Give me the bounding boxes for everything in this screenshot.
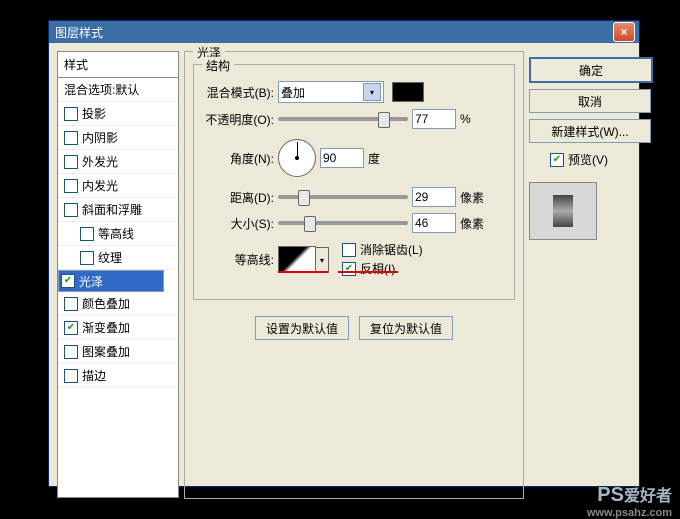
style-label: 图案叠加 xyxy=(82,343,130,360)
style-label: 投影 xyxy=(82,105,106,122)
style-item-color_overlay[interactable]: 颜色叠加 xyxy=(58,292,178,316)
preview-checkbox[interactable] xyxy=(550,153,564,167)
make-default-button[interactable]: 设置为默认值 xyxy=(255,316,349,340)
layer-style-dialog: 图层样式 × 样式 混合选项:默认 投影内阴影外发光内发光斜面和浮雕等高线纹理光… xyxy=(48,20,640,487)
style-label: 等高线 xyxy=(98,225,134,242)
right-panel: 确定 取消 新建样式(W)... 预览(V) xyxy=(529,57,629,240)
angle-label: 角度(N): xyxy=(204,150,274,167)
style-checkbox-satin[interactable] xyxy=(61,274,75,288)
antialias-checkbox[interactable] xyxy=(342,243,356,257)
close-button[interactable]: × xyxy=(613,22,635,42)
size-label: 大小(S): xyxy=(204,215,274,232)
style-label: 颜色叠加 xyxy=(82,295,130,312)
satin-panel: 光泽 结构 混合模式(B): 叠加▾ 不透明度(O): % xyxy=(184,51,524,496)
style-label: 斜面和浮雕 xyxy=(82,201,142,218)
style-item-gradient_overlay[interactable]: 渐变叠加 xyxy=(58,316,178,340)
opacity-unit: % xyxy=(460,112,471,126)
blend-options-item[interactable]: 混合选项:默认 xyxy=(58,78,178,102)
style-item-satin[interactable]: 光泽 xyxy=(58,270,164,292)
styles-header[interactable]: 样式 xyxy=(58,52,178,78)
style-label: 外发光 xyxy=(82,153,118,170)
style-item-outer_glow[interactable]: 外发光 xyxy=(58,150,178,174)
styles-list: 样式 混合选项:默认 投影内阴影外发光内发光斜面和浮雕等高线纹理光泽颜色叠加渐变… xyxy=(57,51,179,498)
color-swatch[interactable] xyxy=(392,82,424,102)
distance-input[interactable] xyxy=(412,187,456,207)
contour-picker[interactable]: ▾ xyxy=(278,246,316,272)
style-checkbox-stroke[interactable] xyxy=(64,369,78,383)
opacity-input[interactable] xyxy=(412,109,456,129)
ok-button[interactable]: 确定 xyxy=(529,57,653,83)
style-checkbox-color_overlay[interactable] xyxy=(64,297,78,311)
opacity-slider[interactable] xyxy=(278,117,408,121)
style-label: 光泽 xyxy=(79,273,103,290)
style-checkbox-texture[interactable] xyxy=(80,251,94,265)
cancel-button[interactable]: 取消 xyxy=(529,89,651,113)
contour-label: 等高线: xyxy=(204,251,274,268)
blend-mode-label: 混合模式(B): xyxy=(204,84,274,101)
style-checkbox-bevel[interactable] xyxy=(64,203,78,217)
angle-input[interactable] xyxy=(320,148,364,168)
style-label: 纹理 xyxy=(98,249,122,266)
style-item-drop_shadow[interactable]: 投影 xyxy=(58,102,178,126)
antialias-label: 消除锯齿(L) xyxy=(360,241,423,258)
watermark: PS爱好者 www.psahz.com xyxy=(597,482,672,507)
style-item-inner_shadow[interactable]: 内阴影 xyxy=(58,126,178,150)
style-item-pattern_overlay[interactable]: 图案叠加 xyxy=(58,340,178,364)
style-checkbox-inner_glow[interactable] xyxy=(64,179,78,193)
invert-checkbox[interactable] xyxy=(342,262,356,276)
size-input[interactable] xyxy=(412,213,456,233)
style-item-inner_glow[interactable]: 内发光 xyxy=(58,174,178,198)
annotation-line xyxy=(338,271,398,273)
blend-mode-select[interactable]: 叠加▾ xyxy=(278,81,384,103)
style-checkbox-drop_shadow[interactable] xyxy=(64,107,78,121)
size-unit: 像素 xyxy=(460,215,484,232)
angle-unit: 度 xyxy=(368,150,380,167)
preview-label: 预览(V) xyxy=(568,151,608,168)
style-item-contour[interactable]: 等高线 xyxy=(58,222,178,246)
reset-default-button[interactable]: 复位为默认值 xyxy=(359,316,453,340)
style-checkbox-pattern_overlay[interactable] xyxy=(64,345,78,359)
style-checkbox-gradient_overlay[interactable] xyxy=(64,321,78,335)
opacity-label: 不透明度(O): xyxy=(204,111,274,128)
new-style-button[interactable]: 新建样式(W)... xyxy=(529,119,651,143)
invert-label: 反相(I) xyxy=(360,260,395,277)
distance-slider[interactable] xyxy=(278,195,408,199)
distance-unit: 像素 xyxy=(460,189,484,206)
style-checkbox-inner_shadow[interactable] xyxy=(64,131,78,145)
titlebar: 图层样式 × xyxy=(49,21,639,43)
style-item-texture[interactable]: 纹理 xyxy=(58,246,178,270)
style-label: 渐变叠加 xyxy=(82,319,130,336)
struct-title: 结构 xyxy=(202,57,234,74)
style-checkbox-contour[interactable] xyxy=(80,227,94,241)
style-item-stroke[interactable]: 描边 xyxy=(58,364,178,388)
style-label: 内阴影 xyxy=(82,129,118,146)
style-label: 内发光 xyxy=(82,177,118,194)
style-item-bevel[interactable]: 斜面和浮雕 xyxy=(58,198,178,222)
size-slider[interactable] xyxy=(278,221,408,225)
style-checkbox-outer_glow[interactable] xyxy=(64,155,78,169)
annotation-line xyxy=(278,271,328,273)
angle-dial[interactable] xyxy=(278,139,316,177)
style-label: 描边 xyxy=(82,367,106,384)
preview-box xyxy=(529,182,597,240)
distance-label: 距离(D): xyxy=(204,189,274,206)
dialog-title: 图层样式 xyxy=(55,24,103,41)
